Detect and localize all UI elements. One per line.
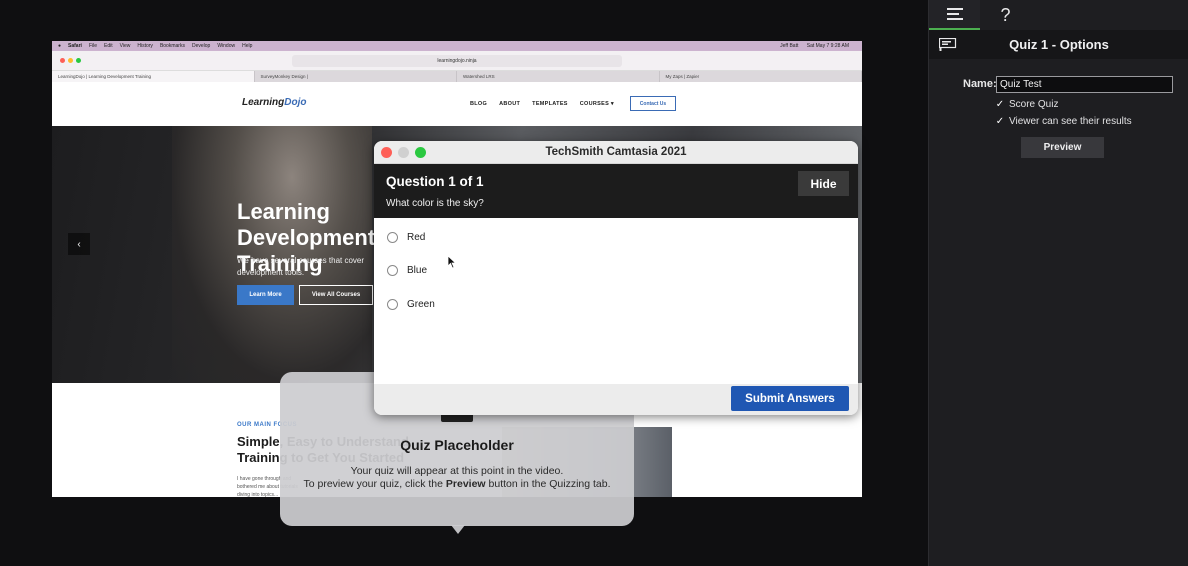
radio-button[interactable]: [387, 299, 398, 310]
safari-toolbar: learningdojo.ninja: [52, 51, 862, 71]
nav-blog: BLOG: [470, 101, 488, 107]
answer-option-blue[interactable]: Blue: [387, 265, 427, 276]
menubar-clock: Sat May 7 9:28 AM: [806, 43, 849, 49]
placeholder-line-2-post: button in the Quizzing tab.: [485, 478, 611, 490]
logo-accent: Dojo: [284, 97, 307, 108]
logo-text: Learning: [242, 97, 285, 108]
view-courses-button: View All Courses: [299, 285, 373, 305]
properties-tabs: ?: [929, 0, 1188, 30]
site-logo: LearningDojo: [242, 97, 306, 108]
properties-panel: ? Quiz 1 - Options Name: ✓ Score Quiz ✓ …: [928, 0, 1188, 566]
viewer-results-checkbox-row[interactable]: ✓ Viewer can see their results: [995, 116, 1132, 127]
quiz-name-input[interactable]: [996, 76, 1173, 93]
preview-button[interactable]: Preview: [1021, 137, 1104, 158]
safari-tab: Watershed LRS: [457, 71, 660, 82]
submit-answers-button[interactable]: Submit Answers: [731, 386, 849, 411]
site-nav: BLOG ABOUT TEMPLATES COURSES ▾: [470, 101, 626, 107]
menu-develop: Develop: [191, 43, 211, 49]
question-header: Question 1 of 1 What color is the sky? H…: [374, 164, 858, 218]
browser-min-dot: [68, 58, 73, 63]
question-text: What color is the sky?: [386, 198, 484, 209]
answer-list: Red Blue Green: [374, 218, 858, 384]
menubar-user: Jeff Batt: [780, 43, 799, 49]
help-icon: ?: [1000, 4, 1011, 25]
menu-help: Help: [242, 43, 253, 49]
answer-option-green[interactable]: Green: [387, 299, 435, 310]
placeholder-line-2: To preview your quiz, click the Preview …: [280, 478, 634, 490]
radio-button[interactable]: [387, 232, 398, 243]
dialog-titlebar: TechSmith Camtasia 2021: [374, 141, 858, 164]
viewer-results-label: Viewer can see their results: [1009, 116, 1132, 127]
tab-help[interactable]: ?: [980, 0, 1031, 30]
hero-subtitle: We have several courses that cover devel…: [237, 256, 365, 277]
placeholder-line-2-pre: To preview your quiz, click the: [303, 478, 446, 490]
tab-properties[interactable]: [929, 0, 980, 30]
menu-view: View: [119, 43, 131, 49]
answer-option-red[interactable]: Red: [387, 232, 425, 243]
question-count: Question 1 of 1: [386, 174, 484, 189]
checkmark-icon[interactable]: ✓: [995, 116, 1005, 127]
safari-tab: LearningDojo | Learning Development Trai…: [52, 71, 255, 82]
placeholder-preview-word: Preview: [445, 478, 486, 490]
placeholder-line-1: Your quiz will appear at this point in t…: [350, 465, 564, 477]
chevron-left-icon: ‹: [68, 233, 90, 255]
name-label: Name:: [963, 78, 997, 90]
quiz-flag-icon: [939, 38, 957, 51]
nav-courses: COURSES ▾: [579, 101, 614, 107]
answer-label: Red: [407, 232, 426, 243]
address-bar: learningdojo.ninja: [292, 55, 622, 67]
radio-button[interactable]: [387, 265, 398, 276]
hide-button[interactable]: Hide: [798, 171, 849, 196]
mac-menubar: ● Safari File Edit View History Bookmark…: [52, 41, 862, 51]
menu-bookmarks: Bookmarks: [159, 43, 185, 49]
safari-tabs: LearningDojo | Learning Development Trai…: [52, 71, 862, 82]
apple-icon: ●: [58, 43, 62, 49]
browser-close-dot: [60, 58, 65, 63]
canvas-area: ● Safari File Edit View History Bookmark…: [0, 0, 928, 566]
score-quiz-label: Score Quiz: [1009, 99, 1059, 110]
menu-safari: Safari: [68, 43, 82, 49]
properties-title: Quiz 1 - Options: [1009, 37, 1109, 52]
dialog-footer: Submit Answers: [374, 384, 858, 415]
learn-more-button: Learn More: [237, 285, 294, 305]
quiz-dialog: TechSmith Camtasia 2021 Question 1 of 1 …: [374, 141, 858, 415]
menu-file: File: [88, 43, 97, 49]
properties-icon: [946, 8, 963, 20]
browser-zoom-dot: [76, 58, 81, 63]
properties-header: Quiz 1 - Options: [929, 30, 1188, 59]
safari-tab: My Zaps | Zapier: [660, 71, 862, 82]
menu-window: Window: [217, 43, 236, 49]
nav-templates: TEMPLATES: [532, 101, 568, 107]
score-quiz-checkbox-row[interactable]: ✓ Score Quiz: [995, 99, 1059, 110]
menu-history: History: [137, 43, 153, 49]
placeholder-pointer: [451, 525, 465, 534]
contact-button: Contact Us: [630, 96, 676, 111]
nav-about: ABOUT: [499, 101, 521, 107]
checkmark-icon[interactable]: ✓: [995, 99, 1005, 110]
placeholder-title: Quiz Placeholder: [400, 437, 514, 453]
menu-edit: Edit: [104, 43, 113, 49]
safari-tab: SurveyMonkey Design |: [255, 71, 457, 82]
answer-label: Green: [407, 299, 435, 310]
mouse-cursor-icon: [447, 255, 457, 269]
answer-label: Blue: [407, 265, 428, 276]
menubar-status: Jeff Batt Sat May 7 9:28 AM: [780, 43, 856, 49]
dialog-title: TechSmith Camtasia 2021: [545, 146, 687, 158]
site-header: LearningDojo BLOG ABOUT TEMPLATES COURSE…: [52, 82, 862, 126]
